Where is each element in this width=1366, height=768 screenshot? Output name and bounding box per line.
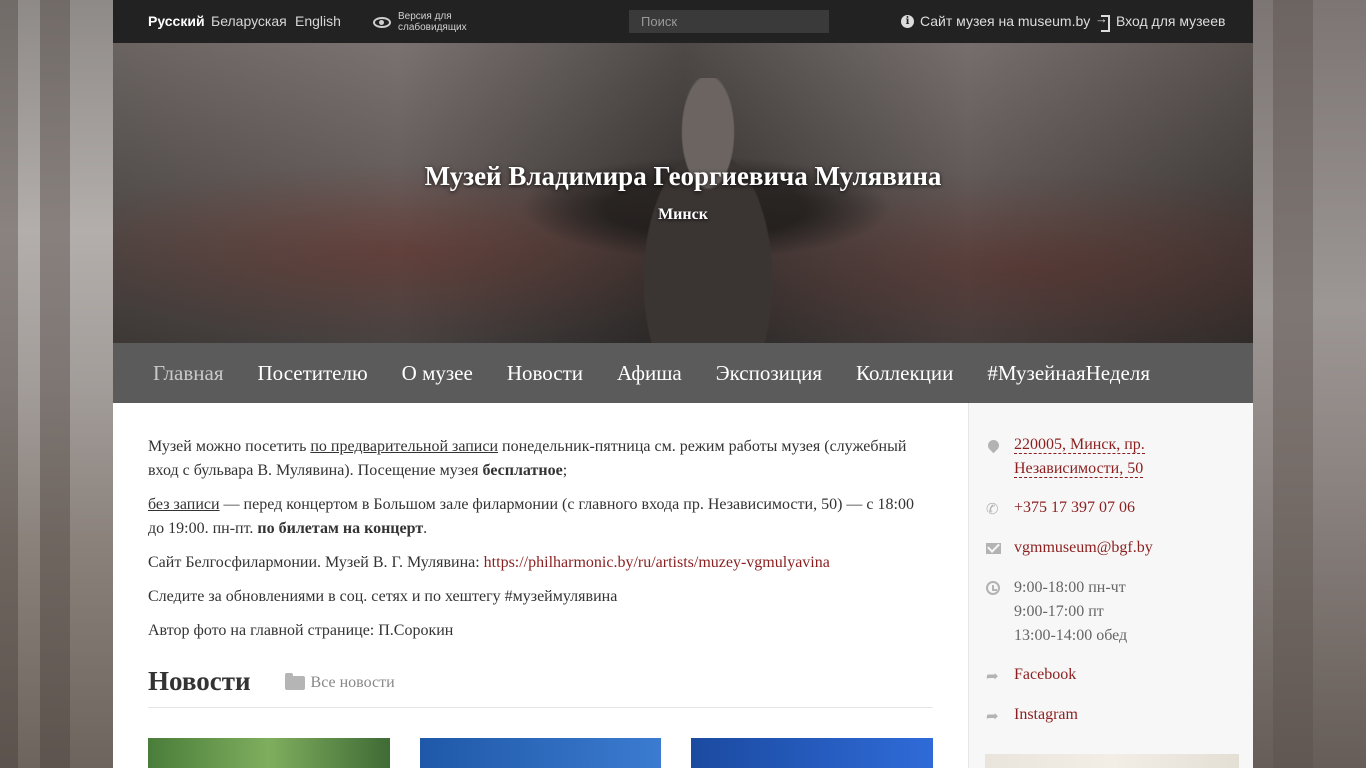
text: ; [562, 462, 568, 479]
address-link[interactable]: 220005, Минск, пр. Независимости, 50 [1014, 436, 1145, 478]
museum-site-link[interactable]: i Сайт музея на museum.by [901, 13, 1090, 29]
main-nav: Главная Посетителю О музее Новости Афиша… [113, 343, 1253, 403]
nav-item-news[interactable]: Новости [507, 361, 583, 386]
no-appointment-link[interactable]: без записи [148, 496, 220, 513]
background-right [1253, 0, 1366, 768]
nav-item-home[interactable]: Главная [153, 361, 224, 386]
all-news-label: Все новости [310, 674, 395, 691]
info-icon: i [901, 14, 914, 28]
location-map[interactable] [985, 754, 1239, 768]
phone-row: ✆ +375 17 397 07 06 [986, 496, 1253, 521]
nav-item-events[interactable]: Афиша [617, 361, 682, 386]
share-arrow-icon: ➦ [986, 707, 999, 725]
museum-site-label: Сайт музея на museum.by [920, 13, 1091, 29]
lang-russian[interactable]: Русский [148, 13, 205, 29]
news-card-image[interactable] [148, 738, 390, 768]
news-cards [148, 738, 934, 768]
phone-link[interactable]: +375 17 397 07 06 [1014, 496, 1135, 521]
main-content: Музей можно посетить по предварительной … [113, 403, 968, 768]
photo-credit-paragraph: Автор фото на главной странице: П.Сороки… [148, 622, 454, 639]
free-entry-text: бесплатное [482, 462, 563, 479]
contacts-sidebar: 220005, Минск, пр. Независимости, 50 ✆ +… [968, 403, 1253, 768]
address-row: 220005, Минск, пр. Независимости, 50 [985, 433, 1253, 481]
text: Сайт Белгосфилармонии. Музей В. Г. Муляв… [148, 554, 484, 571]
eye-icon [373, 16, 391, 28]
lang-english[interactable]: English [295, 13, 341, 29]
nav-item-museum-week[interactable]: #МузейнаяНеделя [987, 361, 1150, 386]
appointment-link[interactable]: по предварительной записи [310, 438, 498, 455]
envelope-icon [986, 536, 1014, 561]
text: . [423, 520, 428, 537]
login-label: Вход для музеев [1116, 13, 1226, 29]
email-link[interactable]: vgmmuseum@bgf.by [1014, 536, 1153, 561]
sign-in-icon [1095, 11, 1110, 32]
news-title: Новости [148, 666, 251, 696]
news-card-image[interactable] [419, 738, 662, 768]
nav-item-visitor[interactable]: Посетителю [258, 361, 368, 386]
museum-title: Музей Владимира Георгиевича Мулявина [424, 161, 942, 191]
hours-line: 9:00-17:00 пт [1014, 603, 1104, 620]
search-input[interactable] [629, 10, 829, 33]
visit-info-paragraph: Музей можно посетить по предварительной … [148, 435, 933, 483]
philharmonic-site-paragraph: Сайт Белгосфилармонии. Музей В. Г. Муляв… [148, 551, 933, 575]
hero-banner: Музей Владимира Георгиевича Мулявина Мин… [113, 43, 1253, 343]
instagram-link[interactable]: Instagram [1014, 703, 1078, 728]
social-paragraph: Следите за обновлениями в соц. сетях и п… [148, 588, 618, 605]
phone-icon: ✆ [986, 500, 999, 518]
concert-ticket-text: по билетам на концерт [257, 520, 424, 537]
facebook-row: ➦ Facebook [986, 663, 1253, 688]
facebook-link[interactable]: Facebook [1014, 663, 1076, 688]
text: Музей можно посетить [148, 438, 311, 455]
philharmonic-link[interactable]: https://philharmonic.by/ru/artists/muzey… [484, 554, 830, 571]
vision-mode-label: Версия для слабовидящих [398, 11, 467, 33]
email-row: vgmmuseum@bgf.by [986, 536, 1253, 561]
nav-item-about[interactable]: О музее [402, 361, 473, 386]
share-arrow-icon: ➦ [986, 667, 999, 685]
folder-icon [284, 673, 305, 690]
concert-info-paragraph: без записи — перед концертом в Большом з… [148, 493, 933, 541]
news-header: Новости Все новости [148, 666, 933, 708]
opening-hours: 9:00-18:00 пн-чт 9:00-17:00 пт 13:00-14:… [1014, 576, 1127, 648]
all-news-link[interactable]: Все новости [284, 671, 395, 695]
hours-line: 9:00-18:00 пн-чт [1014, 579, 1126, 596]
clock-icon [986, 576, 1014, 648]
top-bar: Русский Беларуская English Версия для сл… [113, 0, 1253, 43]
nav-item-collections[interactable]: Коллекции [856, 361, 953, 386]
vision-mode-link[interactable]: Версия для слабовидящих [373, 11, 478, 33]
hours-line: 13:00-14:00 обед [1014, 627, 1128, 644]
background-left [0, 0, 113, 768]
instagram-row: ➦ Instagram [986, 703, 1253, 728]
museum-city: Минск [658, 206, 708, 223]
hours-row: 9:00-18:00 пн-чт 9:00-17:00 пт 13:00-14:… [986, 576, 1253, 648]
login-link[interactable]: Вход для музеев [1095, 11, 1226, 32]
map-marker-icon [985, 433, 1014, 481]
nav-item-exposition[interactable]: Экспозиция [716, 361, 822, 386]
lang-belarusian[interactable]: Беларуская [211, 13, 287, 29]
news-card-image[interactable] [691, 738, 934, 768]
